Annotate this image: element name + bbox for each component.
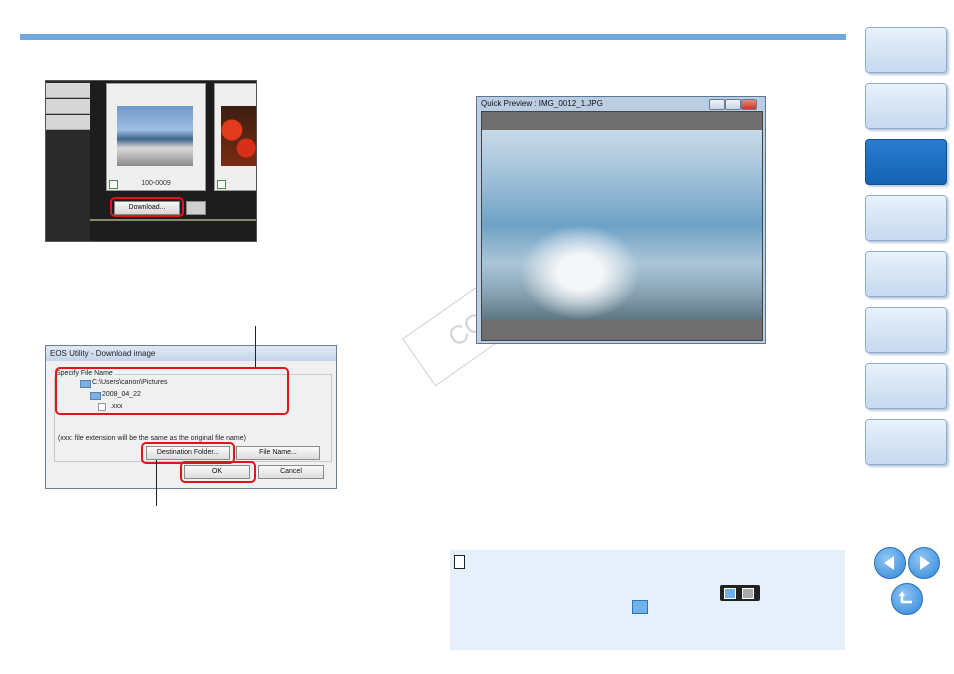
sidebar-tab (46, 83, 90, 98)
cancel-button[interactable]: Cancel (258, 465, 324, 479)
maximize-button[interactable] (725, 99, 741, 110)
sidebar-tab (46, 115, 90, 130)
window-title: Quick Preview : IMG_0012_1.JPG (481, 99, 603, 108)
thumbnail-checkbox[interactable] (109, 180, 118, 189)
extension-note: (xxx: file extension will be the same as… (58, 435, 246, 442)
nav-tab-8[interactable] (865, 419, 947, 465)
secondary-button[interactable] (186, 201, 206, 215)
nav-tab-3[interactable] (865, 139, 947, 185)
preview-image (482, 130, 762, 320)
highlight-frame (55, 367, 289, 415)
checkbox-icon (742, 588, 754, 599)
return-arrow-icon (899, 591, 912, 604)
callout-line (255, 326, 256, 368)
close-button[interactable] (741, 99, 757, 110)
nav-tab-6[interactable] (865, 307, 947, 353)
dialog-title: EOS Utility - Download image (46, 346, 336, 361)
thumbnail-card[interactable]: 100-0009 (106, 83, 206, 191)
sidebar-panel (46, 81, 90, 241)
minimize-button[interactable] (709, 99, 725, 110)
file-name-button[interactable]: File Name... (236, 446, 320, 460)
return-button[interactable] (891, 583, 923, 615)
note-box (450, 550, 845, 650)
checkbox-icon (632, 600, 648, 614)
callout-line (156, 460, 157, 506)
thumbnail-card[interactable] (214, 83, 256, 191)
nav-tab-4[interactable] (865, 195, 947, 241)
header-rule (20, 34, 846, 40)
download-window-screenshot: 100-0009 Download... (45, 80, 257, 242)
previous-page-button[interactable] (874, 547, 906, 579)
nav-tab-2[interactable] (865, 83, 947, 129)
checkmark-toolbar-icon (720, 585, 760, 601)
divider (90, 219, 256, 221)
nav-tab-7[interactable] (865, 363, 947, 409)
highlight-frame (110, 197, 184, 217)
nav-tab-1[interactable] (865, 27, 947, 73)
thumbnail-checkbox[interactable] (217, 180, 226, 189)
quick-preview-window: Quick Preview : IMG_0012_1.JPG (476, 96, 766, 344)
thumbnail-photo (221, 106, 256, 166)
checkbox-icon (724, 588, 736, 599)
thumbnail-photo (117, 106, 193, 166)
arrow-left-icon (884, 556, 894, 570)
thumbnail-label: 100-0009 (141, 180, 171, 187)
memo-icon (454, 555, 465, 569)
arrow-right-icon (920, 556, 930, 570)
sidebar-tab (46, 99, 90, 114)
next-page-button[interactable] (908, 547, 940, 579)
nav-tab-5[interactable] (865, 251, 947, 297)
highlight-frame (180, 461, 256, 483)
preview-pane (481, 111, 763, 341)
